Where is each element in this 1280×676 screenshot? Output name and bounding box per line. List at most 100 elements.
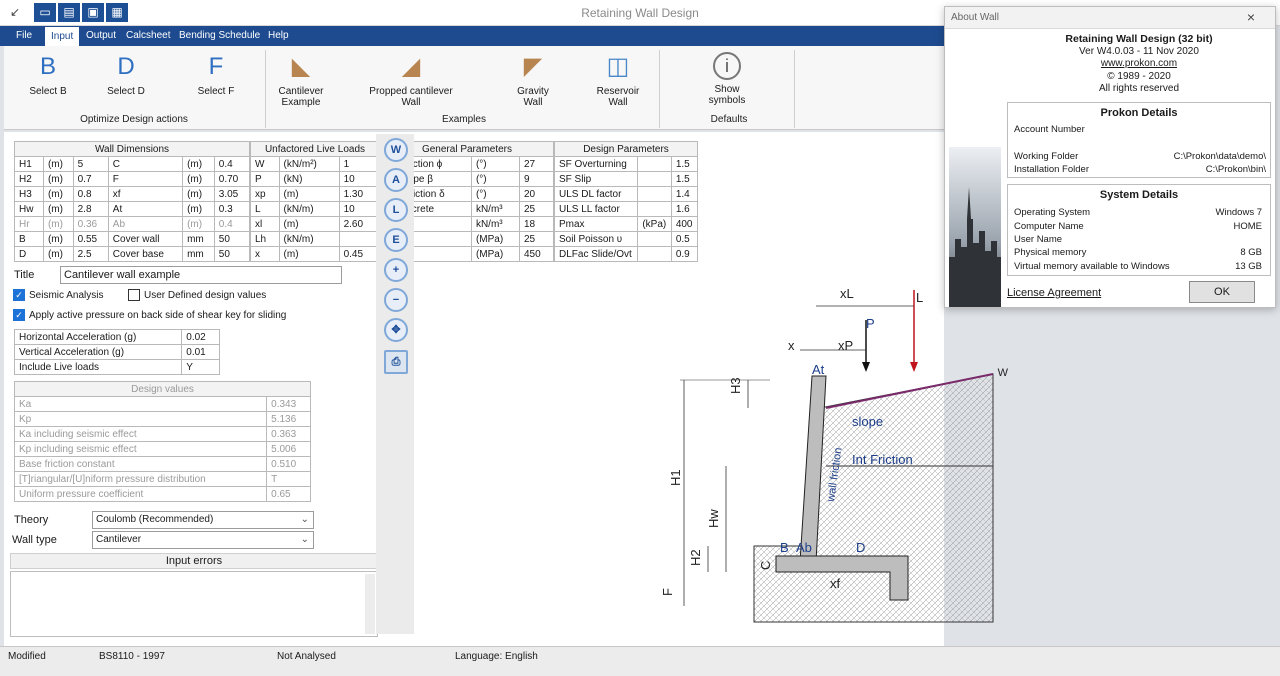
acceleration-cell[interactable]: 0.02 (181, 329, 220, 345)
show-symbols-button[interactable]: i Show symbols (700, 52, 754, 106)
os-label: Operating System (1014, 207, 1091, 218)
print-icon[interactable]: ⎙ (384, 350, 408, 374)
title-label: Title (14, 269, 35, 281)
design-parameter-cell[interactable]: 1.4 (670, 186, 699, 202)
pan-icon[interactable]: ✥ (384, 318, 408, 342)
design-value-cell[interactable]: 0.65 (266, 486, 311, 502)
general-parameter-cell[interactable]: 9 (518, 171, 555, 187)
zoom-out-icon[interactable]: − (384, 288, 408, 312)
live-load-cell[interactable]: 10 (338, 171, 381, 187)
wall-dimension-cell[interactable]: 5 (72, 156, 109, 172)
menu-input[interactable]: Input (44, 26, 81, 46)
acceleration-cell[interactable]: 0.01 (181, 344, 220, 360)
wall-dimension-cell: (m) (182, 171, 215, 187)
live-load-cell[interactable]: 1 (338, 156, 381, 172)
live-load-cell[interactable]: 2.60 (338, 216, 381, 232)
open-folder-icon[interactable]: ▤ (58, 3, 80, 22)
select-f-label: Select F (197, 86, 235, 97)
about-url-link[interactable]: www.prokon.com (1007, 58, 1271, 71)
design-parameter-cell[interactable]: 0.5 (670, 231, 699, 247)
menu-bending-schedule[interactable]: Bending Schedule (173, 26, 266, 46)
wall-dimension-cell[interactable]: 0.4 (213, 216, 251, 232)
wall-dimension-row: H2 (m) 0.7 F (m) 0.70 (14, 171, 251, 187)
general-parameter-cell[interactable]: 450 (518, 246, 555, 262)
design-parameter-cell[interactable]: 0.9 (670, 246, 699, 262)
select-d-button[interactable]: D Select D (102, 52, 150, 97)
zoom-w-icon[interactable]: W (384, 138, 408, 162)
general-parameter-cell[interactable]: 25 (518, 201, 555, 217)
general-parameter-cell[interactable]: 20 (518, 186, 555, 202)
title-input[interactable]: Cantilever wall example (60, 266, 342, 284)
select-b-button[interactable]: B Select B (24, 52, 72, 97)
live-load-cell: W (250, 156, 280, 172)
wall-dimension-cell[interactable]: 0.3 (213, 201, 251, 217)
wall-dimension-cell[interactable]: 2.5 (72, 246, 109, 262)
design-value-cell[interactable]: T (266, 471, 311, 487)
reservoir-wall-button[interactable]: ◫ Reservoir Wall (588, 52, 648, 108)
wall-dimension-cell[interactable]: 3.05 (213, 186, 251, 202)
wall-dimension-cell[interactable]: 0.36 (72, 216, 109, 232)
user-defined-checkbox[interactable] (128, 289, 140, 301)
wall-dimension-cell[interactable]: 50 (213, 246, 251, 262)
wall-dimension-cell[interactable]: 2.8 (72, 201, 109, 217)
wall-dimension-cell[interactable]: 0.8 (72, 186, 109, 202)
cantilever-example-label: Cantilever Example (278, 86, 324, 108)
live-load-cell[interactable]: 1.30 (338, 186, 381, 202)
wall-dimension-cell[interactable]: 0.70 (213, 171, 251, 187)
live-load-cell[interactable]: 10 (338, 201, 381, 217)
wall-dimension-cell: (m) (42, 216, 74, 232)
ok-button[interactable]: OK (1189, 281, 1255, 303)
menu-help[interactable]: Help (262, 26, 295, 46)
design-value-cell[interactable]: 0.343 (266, 396, 311, 412)
live-load-cell[interactable] (338, 231, 381, 247)
wall-dimension-cell: Cover base (107, 246, 184, 262)
gravity-wall-button[interactable]: ◤ Gravity Wall (508, 52, 558, 108)
zoom-l-icon[interactable]: L (384, 198, 408, 222)
wall-dimension-cell[interactable]: 50 (213, 231, 251, 247)
wall-dimension-cell[interactable]: 0.7 (72, 171, 109, 187)
design-value-cell[interactable]: 0.363 (266, 426, 311, 442)
zoom-in-icon[interactable]: + (384, 258, 408, 282)
design-value-cell[interactable]: 0.510 (266, 456, 311, 472)
input-errors-textarea[interactable] (10, 571, 378, 637)
propped-cantilever-button[interactable]: ◢ Propped cantilever Wall (366, 52, 456, 108)
walltype-select[interactable]: Cantilever ⌄ (92, 531, 314, 549)
design-parameter-cell[interactable]: 1.5 (670, 171, 699, 187)
save-icon[interactable]: ▣ (82, 3, 104, 22)
label-slope: slope (852, 414, 883, 429)
menu-file[interactable]: File (10, 26, 38, 46)
wall-dimension-cell[interactable]: 0.55 (72, 231, 109, 247)
cantilever-example-button[interactable]: ◣ Cantilever Example (270, 52, 332, 108)
general-parameter-cell: (MPa) (470, 246, 520, 262)
theory-select[interactable]: Coulomb (Recommended) ⌄ (92, 511, 314, 529)
zoom-a-icon[interactable]: A (384, 168, 408, 192)
close-icon[interactable]: × (1247, 9, 1255, 25)
general-parameter-cell[interactable]: 18 (518, 216, 555, 232)
save-as-icon[interactable]: ▦ (106, 3, 128, 22)
seismic-analysis-checkbox[interactable]: ✓ (13, 289, 25, 301)
select-f-button[interactable]: F Select F (192, 52, 240, 97)
design-value-cell[interactable]: 5.006 (266, 441, 311, 457)
license-agreement-link[interactable]: License Agreement (1007, 287, 1101, 299)
menu-output[interactable]: Output (80, 26, 122, 46)
general-parameter-cell[interactable]: 27 (518, 156, 555, 172)
design-parameter-cell[interactable]: 1.5 (670, 156, 699, 172)
design-value-cell[interactable]: 5.136 (266, 411, 311, 427)
computer-name-label: Computer Name (1014, 221, 1084, 232)
acceleration-cell[interactable]: Y (181, 359, 220, 375)
live-load-cell[interactable]: 0.45 (338, 246, 381, 262)
zoom-e-icon[interactable]: E (384, 228, 408, 252)
wall-dimension-cell[interactable]: 0.4 (213, 156, 251, 172)
errors-scrollbar[interactable] (365, 574, 375, 634)
general-parameter-cell[interactable]: 25 (518, 231, 555, 247)
new-file-icon[interactable]: ▭ (34, 3, 56, 22)
live-load-row: xl (m) 2.60 (250, 216, 381, 232)
wall-dimension-row: H1 (m) 5 C (m) 0.4 (14, 156, 251, 172)
select-d-icon: D (117, 53, 135, 80)
design-parameter-cell[interactable]: 1.6 (670, 201, 699, 217)
live-load-row: xp (m) 1.30 (250, 186, 381, 202)
menu-calcsheet[interactable]: Calcsheet (120, 26, 176, 46)
active-pressure-checkbox[interactable]: ✓ (13, 309, 25, 321)
physical-memory-label: Physical memory (1014, 247, 1087, 258)
design-parameter-cell[interactable]: 400 (670, 216, 699, 232)
